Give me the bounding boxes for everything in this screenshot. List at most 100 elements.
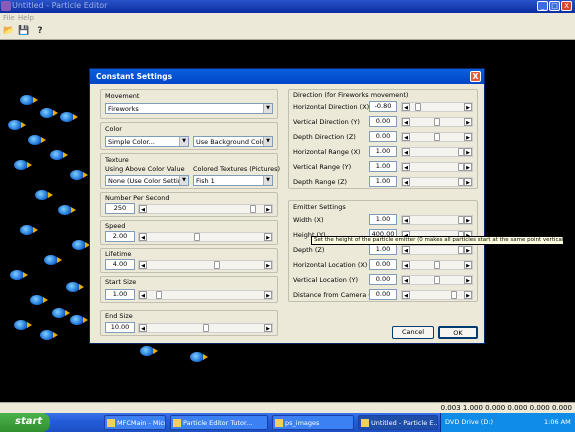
- row-slider[interactable]: ◀▶: [401, 117, 473, 127]
- row-slider[interactable]: ◀▶: [401, 260, 473, 270]
- lifetime-slider[interactable]: ◀ ▶: [138, 260, 273, 270]
- scroll-left-icon[interactable]: ◀: [139, 205, 147, 213]
- scroll-right-icon[interactable]: ▶: [464, 216, 472, 224]
- cancel-button[interactable]: Cancel: [392, 326, 434, 339]
- scroll-left-icon[interactable]: ◀: [402, 178, 410, 186]
- row-slider[interactable]: ◀▶: [401, 275, 473, 285]
- movement-select[interactable]: Fireworks ▼: [105, 103, 273, 114]
- row-value-input[interactable]: 0.00: [369, 116, 397, 127]
- scroll-left-icon[interactable]: ◀: [402, 103, 410, 111]
- row-slider[interactable]: ◀▶: [401, 102, 473, 112]
- scroll-right-icon[interactable]: ▶: [264, 291, 272, 299]
- slider-thumb[interactable]: [213, 261, 220, 269]
- lifetime-input[interactable]: 4.00: [105, 259, 135, 270]
- scroll-right-icon[interactable]: ▶: [264, 324, 272, 332]
- scroll-right-icon[interactable]: ▶: [264, 205, 272, 213]
- row-slider[interactable]: ◀▶: [401, 290, 473, 300]
- scroll-left-icon[interactable]: ◀: [402, 291, 410, 299]
- row-slider[interactable]: ◀▶: [401, 147, 473, 157]
- row-value-input[interactable]: 0.00: [369, 274, 397, 285]
- row-value-input[interactable]: 1.00: [369, 146, 397, 157]
- scroll-left-icon[interactable]: ◀: [402, 163, 410, 171]
- row-slider[interactable]: ◀▶: [401, 132, 473, 142]
- number-per-second-slider[interactable]: ◀ ▶: [138, 204, 273, 214]
- slider-thumb[interactable]: [434, 276, 440, 284]
- end-size-slider[interactable]: ◀ ▶: [138, 323, 273, 333]
- speed-input[interactable]: 2.00: [105, 231, 135, 242]
- row-slider[interactable]: ◀▶: [401, 162, 473, 172]
- dialog-titlebar[interactable]: Constant Settings X: [90, 69, 484, 84]
- row-slider[interactable]: ◀▶: [401, 215, 473, 225]
- slider-thumb[interactable]: [434, 118, 440, 126]
- scroll-right-icon[interactable]: ▶: [464, 246, 472, 254]
- system-tray: DVD Drive (D:) 1:06 AM: [440, 413, 575, 432]
- slider-thumb[interactable]: [434, 261, 440, 269]
- row-value-input[interactable]: 1.00: [369, 244, 397, 255]
- scroll-right-icon[interactable]: ▶: [464, 103, 472, 111]
- slider-thumb[interactable]: [250, 205, 257, 213]
- ok-button[interactable]: OK: [438, 326, 478, 339]
- number-per-second-input[interactable]: 250: [105, 203, 135, 214]
- color-type-select[interactable]: Simple Color... ▼: [105, 136, 189, 147]
- scroll-right-icon[interactable]: ▶: [264, 233, 272, 241]
- task-ps-images[interactable]: ps_images: [272, 415, 354, 430]
- scroll-right-icon[interactable]: ▶: [464, 133, 472, 141]
- minimize-button[interactable]: _: [537, 1, 548, 11]
- scroll-left-icon[interactable]: ◀: [139, 291, 147, 299]
- start-button[interactable]: start: [0, 413, 50, 432]
- scroll-left-icon[interactable]: ◀: [139, 261, 147, 269]
- scroll-right-icon[interactable]: ▶: [464, 178, 472, 186]
- scroll-left-icon[interactable]: ◀: [402, 246, 410, 254]
- scroll-right-icon[interactable]: ▶: [264, 261, 272, 269]
- scroll-left-icon[interactable]: ◀: [402, 148, 410, 156]
- scroll-left-icon[interactable]: ◀: [402, 133, 410, 141]
- slider-thumb[interactable]: [202, 324, 209, 332]
- scroll-right-icon[interactable]: ▶: [464, 118, 472, 126]
- slider-thumb[interactable]: [450, 291, 457, 299]
- end-size-input[interactable]: 10.00: [105, 322, 135, 333]
- row-value-input[interactable]: 1.00: [369, 176, 397, 187]
- scroll-left-icon[interactable]: ◀: [402, 118, 410, 126]
- background-color-select[interactable]: Use Background Color... ▼: [193, 136, 273, 147]
- scroll-left-icon[interactable]: ◀: [402, 216, 410, 224]
- scroll-right-icon[interactable]: ▶: [464, 148, 472, 156]
- menu-help[interactable]: Help: [18, 14, 34, 22]
- slider-thumb[interactable]: [193, 233, 200, 241]
- scroll-right-icon[interactable]: ▶: [464, 291, 472, 299]
- close-button[interactable]: X: [561, 1, 572, 11]
- dvd-drive-label[interactable]: DVD Drive (D:): [445, 418, 493, 426]
- row-value-input[interactable]: 0.00: [369, 259, 397, 270]
- scroll-left-icon[interactable]: ◀: [139, 233, 147, 241]
- task-particle-editor-tutorial[interactable]: Particle Editor Tutor...: [170, 415, 268, 430]
- maximize-button[interactable]: □: [549, 1, 560, 11]
- scroll-right-icon[interactable]: ▶: [464, 261, 472, 269]
- slider-thumb[interactable]: [434, 133, 440, 141]
- row-slider[interactable]: ◀▶: [401, 177, 473, 187]
- start-size-slider[interactable]: ◀ ▶: [138, 290, 273, 300]
- scroll-right-icon[interactable]: ▶: [464, 163, 472, 171]
- row-value-input[interactable]: 1.00: [369, 161, 397, 172]
- row-value-input[interactable]: 0.00: [369, 289, 397, 300]
- scroll-left-icon[interactable]: ◀: [402, 276, 410, 284]
- scroll-left-icon[interactable]: ◀: [402, 261, 410, 269]
- texture-picture-select[interactable]: Fish 1 ▼: [193, 175, 273, 186]
- task-mfcmain[interactable]: MFCMain - Microsof...: [104, 415, 166, 430]
- texture-none-select[interactable]: None (Use Color Settings) ▼: [105, 175, 189, 186]
- open-folder-icon[interactable]: 📂: [3, 26, 15, 37]
- dialog-close-button[interactable]: X: [470, 71, 481, 82]
- scroll-left-icon[interactable]: ◀: [139, 324, 147, 332]
- help-icon[interactable]: ?: [34, 26, 46, 37]
- window-titlebar[interactable]: Untitled - Particle Editor _ □ X: [0, 0, 575, 13]
- start-size-input[interactable]: 1.00: [105, 289, 135, 300]
- slider-thumb[interactable]: [155, 291, 162, 299]
- row-slider[interactable]: ◀▶: [401, 245, 473, 255]
- row-value-input[interactable]: 1.00: [369, 214, 397, 225]
- scroll-right-icon[interactable]: ▶: [464, 276, 472, 284]
- row-value-input[interactable]: -0.80: [369, 101, 397, 112]
- slider-thumb[interactable]: [414, 103, 421, 111]
- save-disk-icon[interactable]: 💾: [18, 26, 30, 37]
- speed-slider[interactable]: ◀ ▶: [138, 232, 273, 242]
- task-particle-editor[interactable]: Untitled - Particle E...: [358, 415, 438, 430]
- row-value-input[interactable]: 0.00: [369, 131, 397, 142]
- menu-file[interactable]: File: [3, 14, 15, 22]
